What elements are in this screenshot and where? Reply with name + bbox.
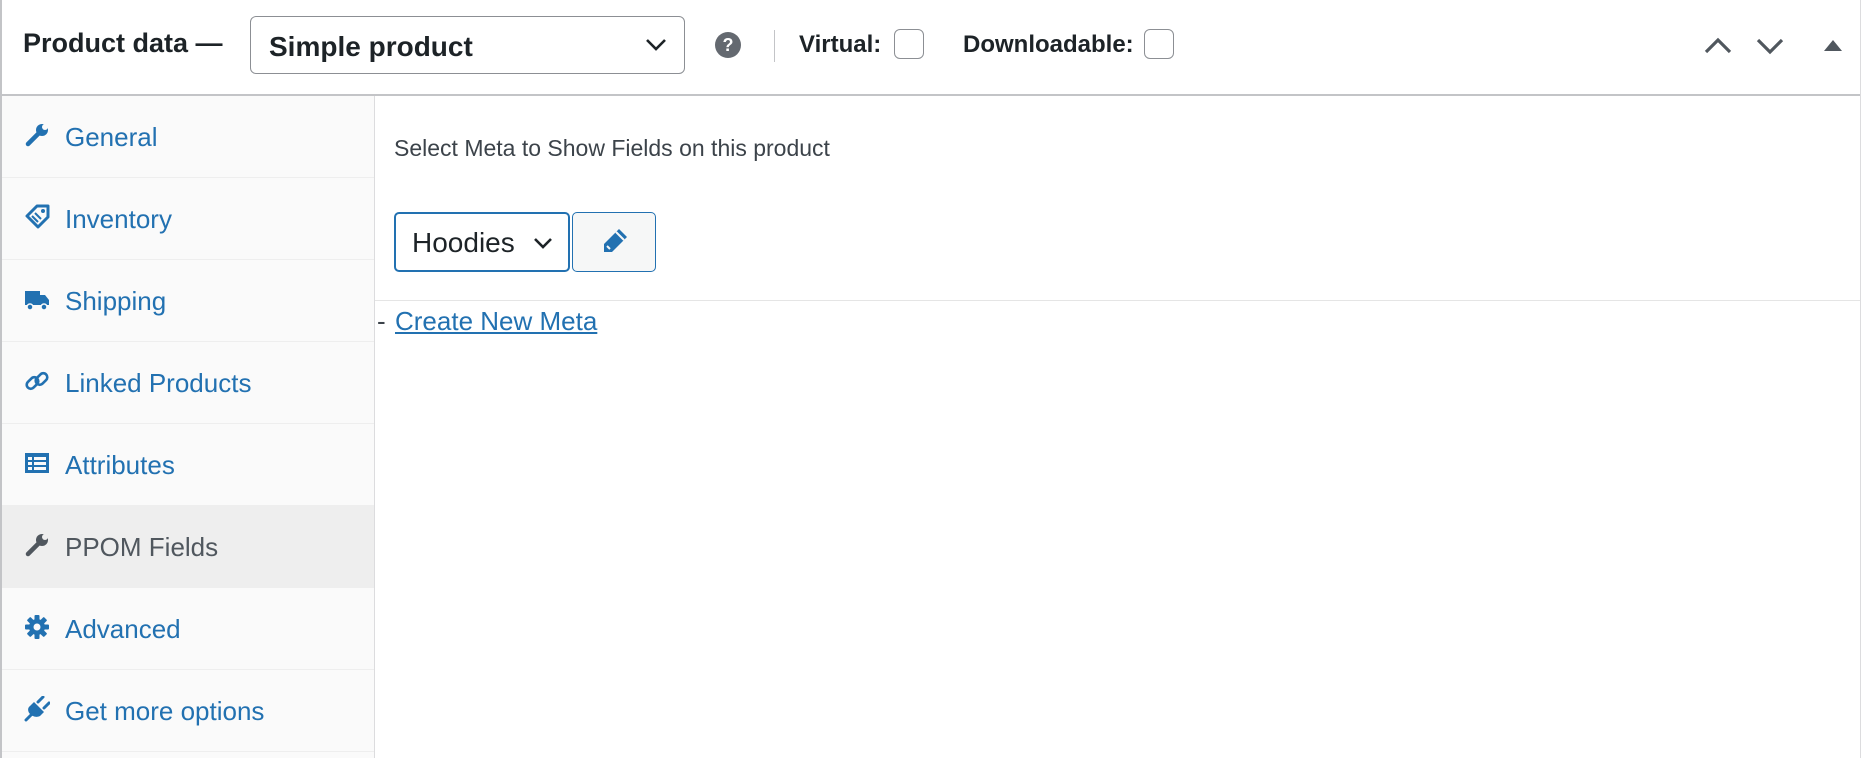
- ppom-fields-panel: Select Meta to Show Fields on this produ…: [375, 96, 1860, 758]
- meta-select[interactable]: Hoodies: [394, 212, 570, 272]
- tab-get-more-options[interactable]: Get more options: [2, 670, 374, 752]
- product-data-tabs: General Inventory Shipping Linked Produc…: [2, 96, 375, 758]
- downloadable-label: Downloadable:: [963, 31, 1134, 58]
- tab-label: General: [65, 122, 158, 152]
- wrench-icon: [25, 534, 48, 557]
- tab-label: Linked Products: [65, 368, 252, 398]
- section-divider: [375, 300, 1860, 301]
- tab-shipping[interactable]: Shipping: [2, 260, 374, 342]
- virtual-label: Virtual:: [799, 31, 882, 58]
- list-table-icon: [25, 453, 49, 473]
- pencil-icon: [604, 229, 627, 252]
- product-data-panel: Product data — Simple product ? Virtual:…: [0, 0, 1861, 758]
- create-new-meta-link[interactable]: Create New Meta: [395, 306, 597, 337]
- meta-select-value: Hoodies: [412, 227, 515, 258]
- tab-linked-products[interactable]: Linked Products: [2, 342, 374, 424]
- meta-select-label: Select Meta to Show Fields on this produ…: [394, 135, 830, 161]
- product-type-value: Simple product: [269, 31, 473, 62]
- link-icon: [25, 371, 49, 391]
- collapse-toggle-icon[interactable]: [1817, 32, 1849, 60]
- panel-title: Product data —: [23, 28, 223, 58]
- create-link-prefix: -: [377, 306, 386, 336]
- tab-label: PPOM Fields: [65, 532, 219, 562]
- move-up-icon[interactable]: [1702, 32, 1734, 60]
- tab-label: Inventory: [65, 204, 172, 234]
- gear-icon: [25, 615, 49, 639]
- tab-label: Advanced: [65, 614, 181, 644]
- truck-icon: [25, 291, 49, 311]
- move-down-icon[interactable]: [1754, 32, 1786, 60]
- tab-label: Shipping: [65, 286, 167, 316]
- virtual-checkbox[interactable]: [894, 29, 924, 59]
- edit-meta-button[interactable]: [572, 212, 656, 272]
- product-data-header: Product data — Simple product ? Virtual:…: [2, 0, 1860, 96]
- help-icon[interactable]: ?: [715, 32, 741, 58]
- tab-label: Attributes: [65, 450, 175, 480]
- chevron-down-icon: [534, 238, 552, 249]
- tag-icon: [25, 204, 50, 229]
- tab-general[interactable]: General: [2, 96, 374, 178]
- tab-attributes[interactable]: Attributes: [2, 424, 374, 506]
- product-type-select[interactable]: Simple product: [250, 16, 685, 74]
- chevron-down-icon: [646, 39, 666, 51]
- downloadable-checkbox[interactable]: [1144, 29, 1174, 59]
- tab-advanced[interactable]: Advanced: [2, 588, 374, 670]
- header-separator: [774, 30, 775, 62]
- plugin-icon: [24, 696, 50, 722]
- tab-inventory[interactable]: Inventory: [2, 178, 374, 260]
- tab-ppom-fields[interactable]: PPOM Fields: [2, 506, 374, 588]
- tab-label: Get more options: [65, 696, 265, 726]
- wrench-icon: [25, 124, 48, 147]
